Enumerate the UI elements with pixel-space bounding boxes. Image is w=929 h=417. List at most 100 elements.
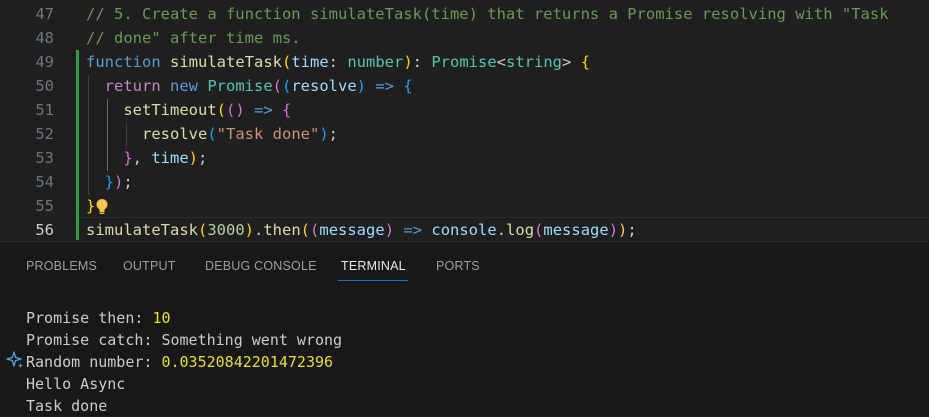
code-token: ): [618, 221, 628, 239]
code-token: ): [608, 221, 619, 239]
code-token: // done" after time ms.: [86, 29, 301, 47]
code-text: // done" after time ms.: [86, 26, 301, 50]
sparkle-icon[interactable]: [5, 350, 25, 370]
code-line: 56 simulateTask(3000).then((message) => c…: [0, 218, 929, 241]
code-line: 48 // done" after time ms.: [0, 26, 929, 50]
code-token: resolve: [291, 77, 357, 95]
code-token: time: [151, 149, 189, 167]
code-token: ): [244, 221, 254, 239]
code-token: // 5. Create a function simulateTask(tim…: [86, 5, 889, 23]
code-token: (: [216, 101, 226, 119]
code-token: resolve: [86, 125, 208, 143]
code-token: }: [86, 149, 133, 167]
code-token: {: [282, 101, 292, 119]
code-token: :: [328, 53, 348, 71]
code-text: });: [86, 170, 133, 194]
code-text: function simulateTask(time: number): Pro…: [86, 50, 590, 74]
code-token: .: [496, 221, 507, 239]
line-number: 56: [35, 221, 54, 239]
line-number: 53: [35, 149, 54, 167]
code-token: (: [310, 221, 320, 239]
code-text: }: [86, 194, 109, 218]
code-token: (: [207, 125, 217, 143]
code-text: setTimeout(() => {: [86, 98, 291, 122]
code-token: (: [281, 53, 292, 71]
code-token: ): [319, 125, 329, 143]
code-line: 47 // 5. Create a function simulateTask(t…: [0, 2, 929, 26]
code-line: 50 return new Promise((resolve) => {: [0, 74, 929, 98]
code-token: :: [412, 53, 432, 71]
code-token: (: [534, 221, 544, 239]
code-token: ): [114, 173, 124, 191]
code-token: (: [272, 77, 282, 95]
code-text: return new Promise((resolve) => {: [86, 74, 413, 98]
panel-tabs: PROBLEMS OUTPUT DEBUG CONSOLE TERMINAL P…: [0, 242, 929, 290]
line-number: 51: [35, 101, 54, 119]
terminal-line: Promise catch: Something went wrong: [26, 331, 343, 349]
terminal-line: Promise then: 10: [26, 309, 171, 327]
code-line: 53 }, time);: [0, 146, 929, 170]
code-token: <: [496, 53, 507, 71]
code-token: ;: [198, 149, 208, 167]
code-token: ;: [328, 125, 339, 143]
code-token: 3000: [207, 221, 245, 239]
code-token: {: [580, 53, 591, 71]
tab-debug-console[interactable]: DEBUG CONSOLE: [205, 259, 317, 273]
lightbulb-icon[interactable]: [95, 198, 109, 216]
code-token: string: [506, 53, 563, 71]
code-token: setTimeout: [86, 101, 217, 119]
line-number: 48: [35, 29, 54, 47]
line-number: 52: [35, 125, 54, 143]
tab-ports[interactable]: PORTS: [436, 259, 480, 273]
tab-problems[interactable]: PROBLEMS: [26, 259, 97, 273]
terminal-line: Hello Async: [26, 375, 126, 393]
code-token: number: [347, 53, 404, 71]
code-token: (: [282, 77, 292, 95]
code-token: ): [384, 221, 404, 239]
terminal-line: Task done: [26, 397, 108, 415]
code-token: .: [254, 221, 264, 239]
code-line: 51 setTimeout(() => {: [0, 98, 929, 122]
tab-output[interactable]: OUTPUT: [123, 259, 176, 273]
line-number: 50: [35, 77, 54, 95]
code-token: time: [291, 53, 329, 71]
tab-terminal[interactable]: TERMINAL: [341, 259, 406, 273]
line-number: 49: [35, 53, 54, 71]
code-token: return: [86, 77, 170, 95]
code-token: ): [356, 77, 376, 95]
code-token: "Task done": [216, 125, 320, 143]
bottom-panel: PROBLEMS OUTPUT DEBUG CONSOLE TERMINAL P…: [0, 241, 929, 416]
code-token: (): [226, 101, 254, 119]
code-token: ;: [123, 173, 133, 191]
code-token: (: [300, 221, 311, 239]
code-text: resolve("Task done");: [86, 122, 338, 146]
code-token: }: [86, 197, 96, 215]
active-tab-indicator: [338, 280, 408, 281]
code-token: message: [543, 221, 609, 239]
code-token: new: [170, 77, 208, 95]
terminal-line: Random number: 0.03520842201472396: [26, 353, 334, 371]
line-number: 54: [35, 173, 54, 191]
code-token: function: [86, 53, 170, 71]
code-token: }: [86, 173, 114, 191]
code-token: ): [188, 149, 199, 167]
code-token: =>: [375, 77, 404, 95]
code-token: {: [403, 77, 413, 95]
code-token: log: [506, 221, 535, 239]
code-token: message: [319, 221, 385, 239]
code-token: Promise: [431, 53, 497, 71]
code-text: }, time);: [86, 146, 207, 170]
code-token: simulateTask: [86, 221, 198, 239]
code-token: >: [562, 53, 581, 71]
code-text: // 5. Create a function simulateTask(tim…: [86, 2, 889, 26]
code-token: =>: [254, 101, 282, 119]
code-text: simulateTask(3000).then((message) => con…: [86, 218, 637, 241]
code-editor[interactable]: 47 // 5. Create a function simulateTask(t…: [0, 0, 929, 241]
code-line: 52 resolve("Task done");: [0, 122, 929, 146]
code-token: ): [403, 53, 413, 71]
code-token: console: [431, 221, 497, 239]
code-token: ,: [132, 149, 152, 167]
code-line: 49 function simulateTask(time: number): P…: [0, 50, 929, 74]
line-number: 47: [35, 5, 54, 23]
code-token: simulateTask: [170, 53, 282, 71]
